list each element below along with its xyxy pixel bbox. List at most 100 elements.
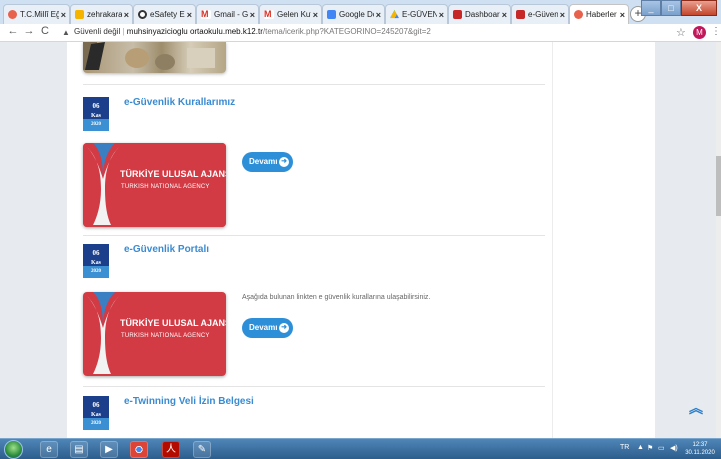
clock-time: 12:37 — [692, 442, 708, 448]
tab-favicon-icon — [516, 10, 525, 19]
double-chevron-up-icon[interactable]: ︽ — [689, 398, 703, 418]
tab-close-icon[interactable]: × — [124, 10, 129, 20]
browser-tab[interactable]: eSafety Eb× — [133, 4, 196, 24]
clock-date: 30.11.2020 — [685, 450, 715, 456]
minimize-icon[interactable]: _ — [641, 0, 661, 16]
volume-icon[interactable]: ◀) — [670, 444, 678, 452]
bookmark-star-icon[interactable]: ☆ — [676, 26, 686, 39]
post-image[interactable]: TÜRKİYE ULUSAL AJANSI TURKISH NATIONAL A… — [83, 292, 226, 376]
tab-close-icon[interactable]: × — [620, 10, 625, 20]
tab-close-icon[interactable]: × — [250, 10, 255, 20]
read-more-button[interactable]: Devamı ➜ — [242, 152, 293, 172]
maximize-icon[interactable]: □ — [661, 0, 681, 16]
banner-subtitle: TURKISH NATIONAL AGENCY — [121, 333, 210, 339]
post-title-link[interactable]: e-Twinning Veli İzin Belgesi — [124, 396, 254, 407]
close-window-icon[interactable]: X — [681, 0, 717, 16]
post-title-link[interactable]: e-Güvenlik Portalı — [124, 244, 209, 255]
url-field[interactable]: Güvenli değil | muhsinyazicioglu ortaoku… — [74, 27, 431, 36]
profile-avatar[interactable]: M — [693, 26, 706, 39]
date-day: 06 — [92, 249, 100, 257]
previous-post-image[interactable] — [83, 42, 226, 73]
browser-tab[interactable]: E-GÜVENL× — [385, 4, 448, 24]
browser-tab[interactable]: e-Güvenli× — [511, 4, 569, 24]
tab-close-icon[interactable]: × — [187, 10, 192, 20]
date-day: 06 — [92, 401, 100, 409]
chrome-icon[interactable] — [130, 441, 148, 458]
file-explorer-icon[interactable]: ▤ — [70, 441, 88, 458]
date-badge: 06 Kas 2020 — [83, 244, 109, 278]
gmail-icon: M — [264, 10, 274, 19]
web-page: 06 Kas 2020 e-Güvenlik Kurallarımız TÜRK… — [0, 42, 721, 438]
gmail-icon: M — [201, 10, 211, 19]
tab-title: Dashboard — [465, 10, 500, 19]
media-player-icon[interactable]: ▶ — [100, 441, 118, 458]
tab-title: e-Güvenli — [528, 10, 558, 19]
scrollbar-track[interactable] — [716, 42, 721, 438]
arrow-right-circle-icon: ➜ — [279, 323, 289, 333]
windows-taskbar: e ▤ ▶ 人 ✎ TR ▲ ⚑ ▭ ◀) 12:37 30.11.2020 — [0, 438, 721, 459]
tab-title: Google Dc — [339, 10, 374, 19]
window-controls: _ □ X — [641, 0, 717, 16]
system-clock[interactable]: 12:37 30.11.2020 — [684, 441, 716, 457]
browser-tab[interactable]: Dashboard× — [448, 4, 511, 24]
tab-close-icon[interactable]: × — [439, 10, 444, 20]
tab-close-icon[interactable]: × — [61, 10, 66, 20]
browser-tab[interactable]: Google Dc × — [322, 4, 385, 24]
tab-close-icon[interactable]: × — [560, 10, 565, 20]
tab-title: T.C.Millî Eğ — [20, 10, 59, 19]
tray-expand-icon[interactable]: ▲ — [637, 444, 644, 451]
tab-favicon-icon — [574, 10, 583, 19]
post-card: 06 Kas 2020 e-Güvenlik Kurallarımız TÜRK… — [83, 97, 553, 227]
post-excerpt: Aşağıda bulunan linkten e güvenlik kural… — [242, 294, 431, 301]
tab-close-icon[interactable]: × — [313, 10, 318, 20]
post-card: 06 Kas 2020 e-Twinning Veli İzin Belgesi — [83, 396, 553, 438]
url-path: /tema/icerik.php?KATEGORINO=245207&git=2 — [262, 27, 431, 36]
browser-tab[interactable]: T.C.Millî Eğ × — [3, 4, 70, 24]
read-more-label: Devamı — [249, 323, 278, 332]
tab-title: Gmail - Ge — [214, 10, 248, 19]
paint-icon[interactable]: ✎ — [193, 441, 211, 458]
google-docs-icon — [327, 10, 336, 19]
read-more-button[interactable]: Devamı ➜ — [242, 318, 293, 338]
browser-tab[interactable]: MGelen Kutu× — [259, 4, 322, 24]
tab-close-icon[interactable]: × — [502, 10, 507, 20]
tab-title: E-GÜVENL — [402, 10, 437, 19]
browser-tab[interactable]: zehrakaral × — [70, 4, 133, 24]
back-arrow-icon[interactable]: ← — [6, 25, 20, 37]
action-center-flag-icon[interactable]: ⚑ — [647, 444, 653, 452]
right-sidebar — [552, 42, 655, 438]
url-host: muhsinyazicioglu ortaokulu.meb.k12.tr — [126, 27, 263, 36]
tab-title: eSafety Eb — [150, 10, 185, 19]
tab-close-icon[interactable]: × — [376, 10, 381, 20]
tab-favicon-icon — [75, 10, 84, 19]
forward-arrow-icon[interactable]: → — [22, 25, 36, 37]
date-year: 2020 — [83, 418, 109, 430]
network-icon[interactable]: ▭ — [658, 444, 665, 452]
read-more-label: Devamı — [249, 157, 278, 166]
post-card: 06 Kas 2020 e-Güvenlik Portalı TÜRKİYE U… — [83, 244, 553, 384]
start-button[interactable] — [4, 440, 23, 459]
date-day: 06 — [92, 102, 100, 110]
arrow-right-circle-icon: ➜ — [279, 157, 289, 167]
browser-tab-active[interactable]: Haberler -× — [569, 4, 629, 24]
banner-title: TÜRKİYE ULUSAL AJANSI — [120, 318, 226, 328]
language-indicator[interactable]: TR — [620, 444, 629, 451]
tab-favicon-icon — [8, 10, 17, 19]
date-badge: 06 Kas 2020 — [83, 97, 109, 131]
internet-explorer-icon[interactable]: e — [40, 441, 58, 458]
scrollbar-thumb[interactable] — [716, 156, 721, 216]
date-badge: 06 Kas 2020 — [83, 396, 109, 430]
browser-tab-strip: T.C.Millî Eğ× zehrakaral× eSafety Eb× MG… — [0, 0, 721, 24]
warning-triangle-icon[interactable]: ▲ — [62, 28, 70, 37]
kebab-menu-icon[interactable]: ⋮ — [711, 26, 721, 37]
post-image[interactable]: TÜRKİYE ULUSAL AJANSI TURKISH NATIONAL A… — [83, 143, 226, 227]
browser-tab[interactable]: MGmail - Ge× — [196, 4, 259, 24]
tab-title: Haberler - — [586, 10, 618, 19]
post-title-link[interactable]: e-Güvenlik Kurallarımız — [124, 97, 235, 108]
acrobat-icon[interactable]: 人 — [162, 441, 180, 458]
banner-title: TÜRKİYE ULUSAL AJANSI — [120, 169, 226, 179]
date-year: 2020 — [83, 266, 109, 278]
tab-title: Gelen Kutu — [277, 10, 311, 19]
reload-icon[interactable]: C — [38, 25, 52, 37]
security-label: Güvenli değil — [74, 27, 121, 36]
